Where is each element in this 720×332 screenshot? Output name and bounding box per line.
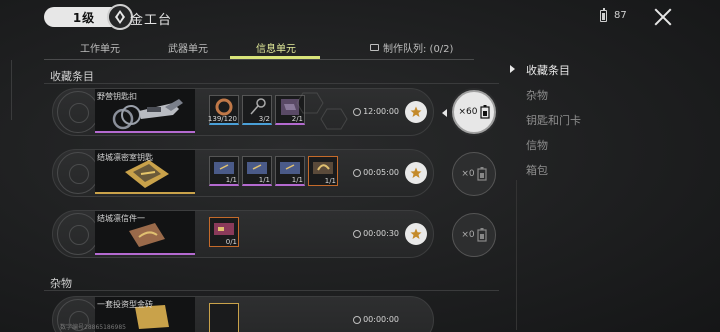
craft-timer: 00:05:00	[353, 168, 399, 177]
material-count: 1/1	[225, 176, 237, 184]
queue-icon	[370, 44, 379, 51]
material-count: 1/1	[291, 176, 303, 184]
material-count: 1/1	[324, 177, 336, 185]
material-slot[interactable]: 139/120	[207, 95, 239, 125]
quantity-button[interactable]: ×0	[452, 152, 496, 196]
battery-small-icon	[479, 105, 490, 119]
tab-weapon-unit[interactable]: 武器单元	[168, 40, 208, 55]
star-button[interactable]	[405, 223, 427, 245]
star-button[interactable]	[405, 101, 427, 123]
section-title-misc: 杂物	[50, 277, 72, 290]
quantity-value: ×0	[461, 230, 475, 240]
material-slot[interactable]: 1/1	[308, 156, 338, 186]
craft-queue[interactable]: 制作队列: (0/2)	[370, 40, 453, 55]
star-icon	[410, 167, 422, 178]
quantity-value: ×60	[458, 107, 478, 117]
clock-icon	[353, 315, 362, 324]
close-icon[interactable]	[652, 6, 674, 28]
material-slot[interactable]: 0/1	[209, 217, 239, 247]
materials: 0/1	[209, 217, 239, 247]
page-title: 金工台	[130, 13, 173, 28]
row-circle-decoration	[57, 213, 99, 255]
craft-timer: 12:00:00	[353, 107, 399, 116]
battery-small-icon	[477, 228, 487, 242]
sidebar-item-keys[interactable]: 钥匙和门卡	[526, 112, 581, 128]
clock-icon	[353, 229, 362, 238]
materials: 139/120 3/2 2/1	[207, 95, 305, 125]
clock-icon	[353, 107, 362, 116]
item-name: 结城凛信件一	[97, 214, 145, 223]
material-slot[interactable]: 1/1	[242, 156, 272, 186]
craft-timer: 00:00:30	[353, 229, 399, 238]
star-button[interactable]	[405, 162, 427, 184]
material-count: 139/120	[207, 115, 237, 123]
material-count: 1/1	[258, 176, 270, 184]
recipe-row[interactable]: 野营钥匙扣 139/120 3/2 2/1 12:00:00	[52, 88, 434, 136]
sidebar-divider	[516, 180, 517, 330]
section-divider	[44, 83, 499, 84]
top-bar: 1级 金工台 87	[0, 0, 720, 34]
tab-info-unit[interactable]: 信息单元	[256, 40, 296, 55]
row-circle-decoration	[57, 91, 99, 133]
hex-pattern-decoration	[296, 92, 348, 130]
sidebar-item-bags[interactable]: 箱包	[526, 162, 548, 178]
sidebar-active-marker-icon	[510, 65, 515, 73]
battery-value: 87	[614, 10, 627, 21]
sidebar-item-tokens[interactable]: 信物	[526, 137, 548, 153]
active-tab-indicator	[230, 56, 320, 59]
sidebar-item-misc[interactable]: 杂物	[526, 87, 548, 103]
quantity-button[interactable]: ×0	[452, 213, 496, 257]
left-edge-decoration	[0, 60, 12, 120]
sidebar-item-collectibles[interactable]: 收藏条目	[526, 62, 570, 78]
battery-small-icon	[477, 167, 487, 181]
craft-time: 00:05:00	[363, 168, 399, 177]
quantity-value: ×0	[461, 169, 475, 179]
battery-icon	[600, 8, 607, 22]
craft-time: 00:00:30	[363, 229, 399, 238]
tab-work-unit[interactable]: 工作单元	[80, 40, 120, 55]
item-name: 野营钥匙扣	[97, 92, 137, 101]
recipe-row[interactable]: 结城凛密室钥匙 1/1 1/1 1/1 1/1 00:05:00	[52, 149, 434, 197]
craft-time: 00:00:00	[363, 315, 399, 324]
material-count: 0/1	[225, 238, 237, 246]
craft-timer: 00:00:00	[353, 315, 399, 324]
item-name: 一套投资型金砖	[97, 300, 153, 309]
material-slot[interactable]: 3/2	[242, 95, 272, 125]
section-divider	[44, 290, 499, 291]
row-circle-decoration	[57, 152, 99, 194]
material-slot[interactable]: 1/1	[275, 156, 305, 186]
materials	[209, 303, 239, 332]
footer-id: 数字编号28865186985	[60, 324, 126, 331]
material-slot[interactable]: 1/1	[209, 156, 239, 186]
quantity-button[interactable]: ×60	[452, 90, 496, 134]
craft-queue-label: 制作队列: (0/2)	[383, 44, 454, 55]
star-icon	[410, 228, 422, 239]
craft-time: 12:00:00	[363, 107, 399, 116]
material-count: 3/2	[258, 115, 270, 123]
selected-row-arrow-icon	[442, 109, 447, 117]
section-title-collectibles: 收藏条目	[50, 70, 94, 83]
recipe-row[interactable]: 结城凛信件一 0/1 00:00:30	[52, 210, 434, 258]
material-slot[interactable]	[209, 303, 239, 332]
clock-icon	[353, 168, 362, 177]
materials: 1/1 1/1 1/1 1/1	[209, 156, 338, 186]
star-icon	[410, 106, 422, 117]
item-name: 结城凛密室钥匙	[97, 153, 153, 162]
